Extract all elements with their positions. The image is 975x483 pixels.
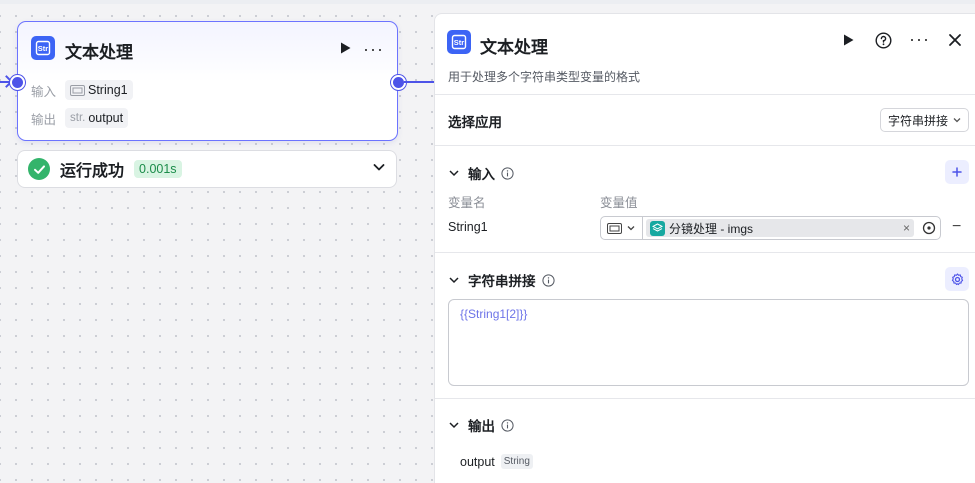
image-array-icon (607, 222, 622, 234)
output-section-header[interactable]: 输出 (448, 415, 514, 435)
info-icon[interactable] (501, 418, 514, 432)
col-header-value: 变量值 (600, 196, 638, 210)
select-app-dropdown[interactable]: 字符串拼接 (880, 108, 969, 132)
node-input-value: String1 (88, 83, 128, 97)
add-input-button[interactable] (945, 160, 969, 184)
concat-section-header[interactable]: 字符串拼接 (448, 270, 555, 290)
concat-template-editor[interactable]: {{String1[2]}} (448, 299, 969, 386)
node-output-prefix: str. (70, 112, 86, 124)
outgoing-edge (404, 81, 436, 83)
select-app-value: 字符串拼接 (888, 113, 949, 128)
variable-reference-tag[interactable]: 分镜处理 - imgs × (646, 219, 914, 237)
info-icon[interactable] (501, 166, 514, 180)
plus-icon (952, 167, 962, 177)
node-input-row: 输入 String1 (31, 80, 133, 100)
node-title: 文本处理 (65, 43, 133, 62)
text-process-icon: Str (447, 30, 471, 54)
node-output-label: 输出 (31, 112, 57, 127)
chevron-down-icon[interactable] (372, 160, 386, 179)
node-input-port[interactable] (10, 75, 25, 90)
node-input-label: 输入 (31, 84, 57, 99)
panel-more-icon[interactable]: ··· (909, 29, 930, 50)
concat-section-title: 字符串拼接 (468, 274, 536, 289)
node-config-panel: Str 文本处理 ··· 用于处理多个字符串类型变量的格式 选择应用 字符串拼接… (434, 13, 975, 483)
variable-reference-text: 分镜处理 - imgs (669, 221, 754, 236)
svg-text:Str: Str (454, 38, 465, 47)
success-check-icon (28, 158, 50, 180)
node-run-icon[interactable] (338, 41, 352, 60)
canvas-top-bar (0, 0, 975, 4)
divider (435, 94, 975, 95)
close-icon[interactable] (948, 33, 962, 52)
chevron-down-icon[interactable] (448, 274, 462, 286)
output-variable-row: output String (460, 454, 533, 469)
help-icon[interactable] (875, 32, 892, 54)
chevron-down-icon[interactable] (448, 167, 462, 179)
chevron-down-icon (953, 118, 961, 123)
node-output-chip: str. output (65, 108, 129, 128)
remove-variable-button[interactable]: − (952, 218, 961, 236)
target-icon[interactable] (918, 221, 940, 235)
select-app-label: 选择应用 (448, 115, 502, 130)
output-variable-name: output (460, 454, 495, 469)
output-section-title: 输出 (468, 419, 495, 434)
gear-icon (951, 272, 963, 285)
layers-icon (650, 220, 665, 236)
run-status: 运行成功 (60, 163, 125, 180)
variable-value-field[interactable]: 分镜处理 - imgs × (600, 216, 941, 240)
node-output-row: 输出 str. output (31, 108, 129, 128)
chevron-down-icon (627, 226, 635, 231)
input-section-title: 输入 (468, 167, 495, 182)
node-more-icon[interactable]: ··· (363, 39, 384, 60)
info-icon[interactable] (541, 273, 555, 287)
run-result-bar[interactable]: 运行成功 0.001s (17, 150, 397, 188)
divider (435, 145, 975, 146)
svg-text:Str: Str (38, 44, 49, 53)
image-array-icon (70, 84, 85, 96)
run-time-badge: 0.001s (134, 160, 182, 178)
text-process-icon: Str (31, 36, 55, 60)
divider (435, 252, 975, 253)
variable-name: String1 (448, 220, 488, 234)
concat-settings-button[interactable] (945, 267, 969, 291)
panel-run-icon[interactable] (841, 33, 855, 52)
chevron-down-icon[interactable] (448, 419, 462, 431)
clear-reference-icon[interactable]: × (903, 221, 910, 235)
input-section-header[interactable]: 输入 (448, 163, 514, 183)
col-header-name: 变量名 (448, 196, 486, 210)
divider (435, 398, 975, 399)
node-input-chip: String1 (65, 80, 133, 100)
panel-description: 用于处理多个字符串类型变量的格式 (448, 70, 641, 84)
text-process-node[interactable]: Str 文本处理 ··· 输入 String1 输出 str. output (17, 21, 398, 141)
node-output-value: output (88, 111, 124, 125)
output-type-badge: String (500, 454, 533, 469)
variable-type-selector[interactable] (601, 217, 643, 239)
panel-title: 文本处理 (480, 38, 548, 57)
